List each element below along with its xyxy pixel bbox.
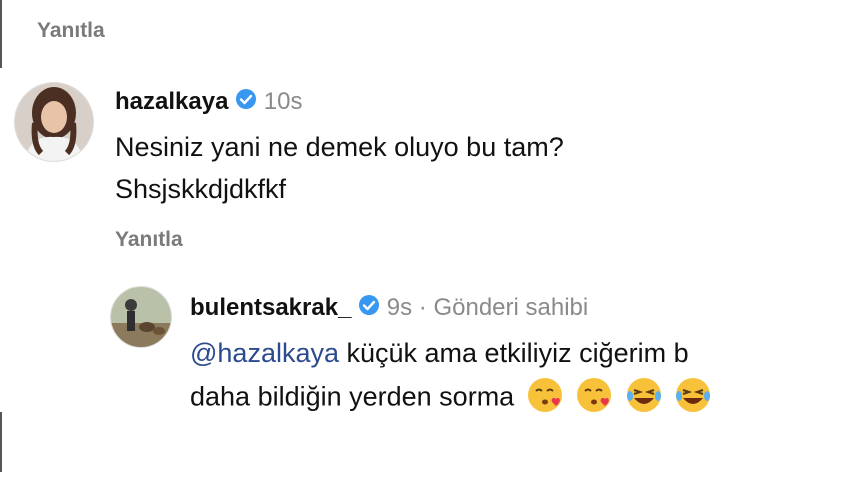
comment1-time: 10s [263,88,303,115]
meta-separator: · [418,294,427,321]
reply-button-comment1[interactable]: Yanıtla [115,228,183,252]
verified-badge-icon [358,294,380,323]
username-hazalkaya[interactable]: hazalkaya [115,88,228,115]
comment2-text-line2-row: daha bildiğin yerden sorma [190,376,712,421]
avatar-bulentsakrak[interactable] [110,286,172,348]
comment2-text-rest: küçük ama etkiliyiz ciğerim b [339,338,689,368]
mention-link[interactable]: @hazalkaya [190,338,339,368]
comment2-text-line2: daha bildiğin yerden sorma [190,381,515,412]
left-edge-line [0,0,2,68]
reply-button-top[interactable]: Yanıtla [37,19,105,43]
avatar-photo-icon [111,287,171,347]
comment2-text-line1: @hazalkaya küçük ama etkiliyiz ciğerim b [190,338,689,369]
comment1-header: hazalkaya 10s [115,88,302,117]
laughing-tears-emoji-icon [674,376,712,421]
comment2-time: 9s [386,294,413,321]
left-edge-line [0,412,2,472]
kissing-heart-emoji-icon [575,376,613,421]
laughing-tears-emoji-icon [625,376,663,421]
comment2-header: bulentsakrak_ 9s · Gönderi sahibi [190,294,588,323]
avatar-hazalkaya[interactable] [14,82,94,162]
kissing-heart-emoji-icon [526,376,564,421]
post-owner-label: Gönderi sahibi [433,294,589,321]
comment1-text-line2: Shsjskkdjdkfkf [115,174,287,204]
comment1-text-line1: Nesiniz yani ne demek oluyo bu tam? [115,132,564,162]
avatar-photo-icon [15,83,93,161]
verified-badge-icon [235,88,257,117]
username-bulentsakrak[interactable]: bulentsakrak_ [190,294,351,321]
